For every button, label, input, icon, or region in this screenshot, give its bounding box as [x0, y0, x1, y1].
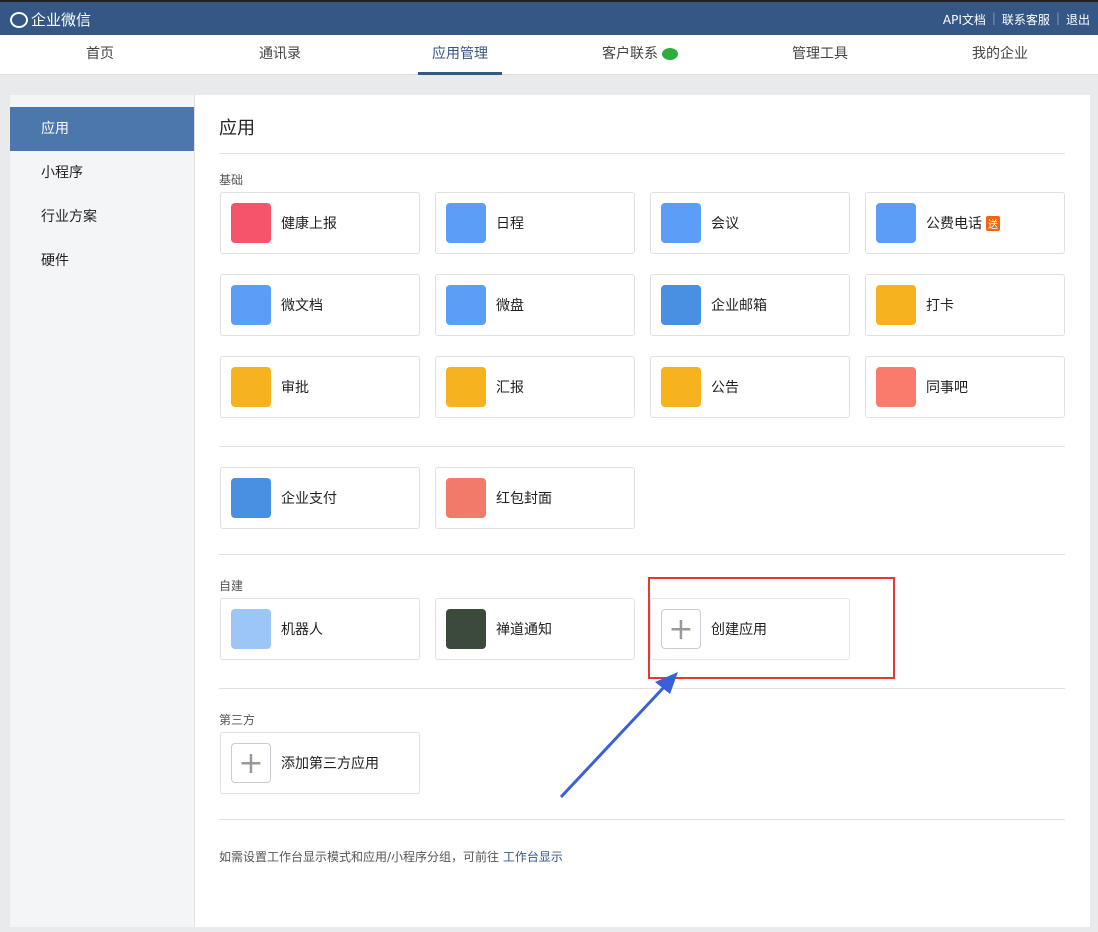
- annotation-arrow: [559, 672, 678, 799]
